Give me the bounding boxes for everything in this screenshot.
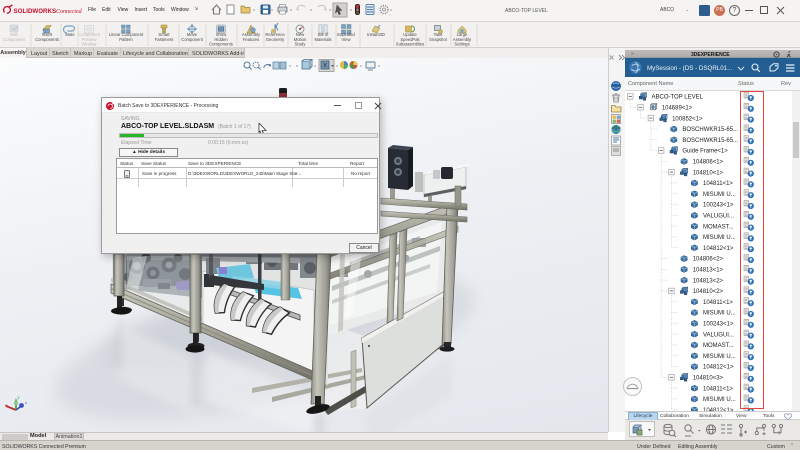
svg-text:MISUMI U...: MISUMI U... — [703, 397, 736, 403]
svg-text:Components: Components — [209, 41, 233, 46]
svg-text:Geometry: Geometry — [266, 37, 285, 42]
svg-text:MOMAST...: MOMAST... — [703, 343, 734, 349]
svg-text:Snapshot: Snapshot — [429, 37, 448, 42]
svg-text:Study: Study — [295, 41, 307, 46]
svg-text:MISUMI U...: MISUMI U... — [703, 354, 736, 360]
svg-text:y: y — [18, 395, 20, 400]
svg-text:104813<2>: 104813<2> — [693, 278, 724, 284]
svg-text:MOMAST...: MOMAST... — [703, 224, 734, 230]
svg-text:104812<1>: 104812<1> — [703, 365, 734, 371]
svg-text:z: z — [25, 400, 27, 405]
svg-text:104810<1>: 104810<1> — [693, 170, 724, 176]
svg-text:MISUMI U...: MISUMI U... — [703, 311, 736, 317]
svg-text:100852<1>: 100852<1> — [672, 116, 703, 122]
svg-text:104806<2>: 104806<2> — [693, 257, 724, 263]
svg-text:104689<1>: 104689<1> — [662, 106, 693, 112]
svg-text:Mate: Mate — [65, 32, 75, 37]
svg-text:MISUMI U...: MISUMI U... — [703, 192, 736, 198]
svg-text:ABCO-TOP LEVEL: ABCO-TOP LEVEL — [652, 95, 704, 101]
svg-text:Features: Features — [243, 37, 260, 42]
svg-text:104811<1>: 104811<1> — [703, 181, 733, 187]
svg-text:104811<1>: 104811<1> — [703, 386, 733, 392]
svg-text:BOSCHWKR15-65...: BOSCHWKR15-65... — [682, 127, 738, 133]
svg-text:VALUGUI...: VALUGUI... — [703, 214, 734, 220]
svg-text:Subassemblies: Subassemblies — [396, 41, 424, 46]
svg-text:Pattern: Pattern — [119, 37, 133, 42]
svg-text:View: View — [341, 37, 351, 42]
svg-text:Guide Frame<1>: Guide Frame<1> — [682, 149, 728, 155]
svg-text:MISUMI U...: MISUMI U... — [703, 235, 736, 241]
svg-text:104813<1>: 104813<1> — [693, 268, 724, 274]
svg-text:100243<1>: 100243<1> — [703, 322, 734, 328]
svg-text:BOSCHWKR15-65...: BOSCHWKR15-65... — [682, 138, 738, 144]
svg-text:Fasteners: Fasteners — [155, 37, 174, 42]
svg-text:Settings: Settings — [454, 41, 469, 46]
svg-text:Materials: Materials — [315, 37, 332, 42]
svg-text:Components: Components — [35, 37, 59, 42]
svg-text:Instant3D: Instant3D — [367, 32, 385, 37]
svg-text:104806<1>: 104806<1> — [693, 160, 724, 166]
svg-text:104810<2>: 104810<2> — [693, 289, 724, 295]
svg-text:Component: Component — [3, 37, 25, 42]
svg-text:104811<1>: 104811<1> — [703, 300, 733, 306]
svg-text:Window: Window — [82, 41, 98, 46]
svg-text:VALUGUI...: VALUGUI... — [703, 332, 734, 338]
svg-text:104812<1>: 104812<1> — [703, 246, 734, 252]
svg-text:100243<1>: 100243<1> — [703, 203, 734, 209]
svg-text:Component: Component — [181, 37, 203, 42]
svg-text:104810<3>: 104810<3> — [693, 376, 724, 382]
